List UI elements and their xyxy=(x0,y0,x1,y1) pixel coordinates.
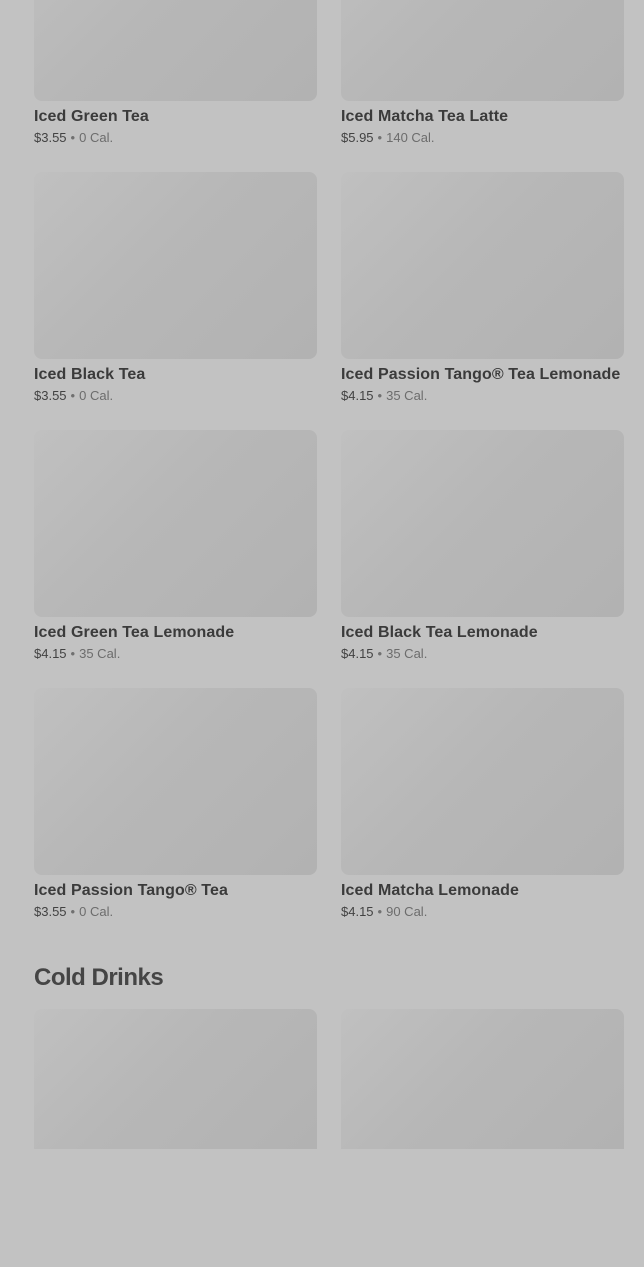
product-calories: 0 Cal. xyxy=(79,904,114,919)
cold-drinks-grid xyxy=(34,1009,624,1267)
product-price: $3.55 xyxy=(34,904,67,919)
product-calories: 35 Cal. xyxy=(386,388,428,403)
product-image[interactable] xyxy=(341,1009,624,1149)
product-meta: $4.15 • 90 Cal. xyxy=(341,904,624,920)
product-image[interactable] xyxy=(34,172,317,359)
product-price: $5.95 xyxy=(341,130,374,145)
product-image[interactable] xyxy=(341,430,624,617)
product-card-iced-black-tea[interactable]: Iced Black Tea $3.55 • 0 Cal. xyxy=(34,172,317,430)
product-card[interactable] xyxy=(341,1009,624,1267)
product-price: $4.15 xyxy=(341,646,374,661)
product-name: Iced Passion Tango® Tea xyxy=(34,882,228,899)
separator-dot: • xyxy=(70,904,76,919)
separator-dot: • xyxy=(377,388,383,403)
product-price: $4.15 xyxy=(34,646,67,661)
separator-dot: • xyxy=(70,388,76,403)
product-card-iced-green-tea[interactable]: Iced Green Tea $3.55 • 0 Cal. xyxy=(34,0,317,172)
product-image[interactable] xyxy=(341,688,624,875)
product-price: $4.15 xyxy=(341,904,374,919)
product-name: Iced Green Tea xyxy=(34,108,149,125)
product-calories: 90 Cal. xyxy=(386,904,428,919)
product-meta: $4.15 • 35 Cal. xyxy=(341,646,624,662)
product-price: $4.15 xyxy=(341,388,374,403)
product-image[interactable] xyxy=(34,688,317,875)
product-card-iced-passion-tango-tea-lemonade[interactable]: Iced Passion Tango® Tea Lemonade $4.15 • 3… xyxy=(341,172,624,430)
product-image[interactable] xyxy=(34,1009,317,1149)
product-card-iced-matcha-tea-latte[interactable]: Iced Matcha Tea Latte $5.95 • 140 Cal. xyxy=(341,0,624,172)
product-meta: $4.15 • 35 Cal. xyxy=(34,646,317,662)
product-card-iced-green-tea-lemonade[interactable]: Iced Green Tea Lemonade $4.15 • 35 Cal. xyxy=(34,430,317,688)
separator-dot: • xyxy=(70,646,76,661)
product-image[interactable] xyxy=(34,0,317,101)
product-image[interactable] xyxy=(341,172,624,359)
separator-dot: • xyxy=(377,904,383,919)
section-title: Cold Drinks xyxy=(34,964,164,991)
product-name: Iced Passion Tango® Tea Lemonade xyxy=(341,366,621,383)
separator-dot: • xyxy=(377,130,383,145)
product-name: Iced Matcha Lemonade xyxy=(341,882,520,899)
cold-drinks-section: Cold Drinks xyxy=(34,962,624,1267)
product-meta: $3.55 • 0 Cal. xyxy=(34,388,317,404)
menu-page: Iced Green Tea $3.55 • 0 Cal. Iced Matcha … xyxy=(34,0,624,1149)
product-image[interactable] xyxy=(34,430,317,617)
product-calories: 140 Cal. xyxy=(386,130,435,145)
product-meta: $3.55 • 0 Cal. xyxy=(34,904,317,920)
product-price: $3.55 xyxy=(34,388,67,403)
product-name: Iced Black Tea Lemonade xyxy=(341,624,538,641)
product-name: Iced Green Tea Lemonade xyxy=(34,624,235,641)
product-card-iced-passion-tango-tea[interactable]: Iced Passion Tango® Tea $3.55 • 0 Cal. xyxy=(34,688,317,946)
product-meta: $5.95 • 140 Cal. xyxy=(341,130,624,146)
product-calories: 35 Cal. xyxy=(386,646,428,661)
product-calories: 35 Cal. xyxy=(79,646,121,661)
product-meta: $3.55 • 0 Cal. xyxy=(34,130,317,146)
separator-dot: • xyxy=(70,130,76,145)
separator-dot: • xyxy=(377,646,383,661)
product-card[interactable] xyxy=(34,1009,317,1267)
tea-product-grid: Iced Green Tea $3.55 • 0 Cal. Iced Matcha … xyxy=(34,0,624,946)
product-card-iced-matcha-lemonade[interactable]: Iced Matcha Lemonade $4.15 • 90 Cal. xyxy=(341,688,624,946)
product-name: Iced Black Tea xyxy=(34,366,146,383)
product-name: Iced Matcha Tea Latte xyxy=(341,108,509,125)
product-calories: 0 Cal. xyxy=(79,130,114,145)
product-price: $3.55 xyxy=(34,130,67,145)
product-image[interactable] xyxy=(341,0,624,101)
product-card-iced-black-tea-lemonade[interactable]: Iced Black Tea Lemonade $4.15 • 35 Cal. xyxy=(341,430,624,688)
product-meta: $4.15 • 35 Cal. xyxy=(341,388,624,404)
product-calories: 0 Cal. xyxy=(79,388,114,403)
